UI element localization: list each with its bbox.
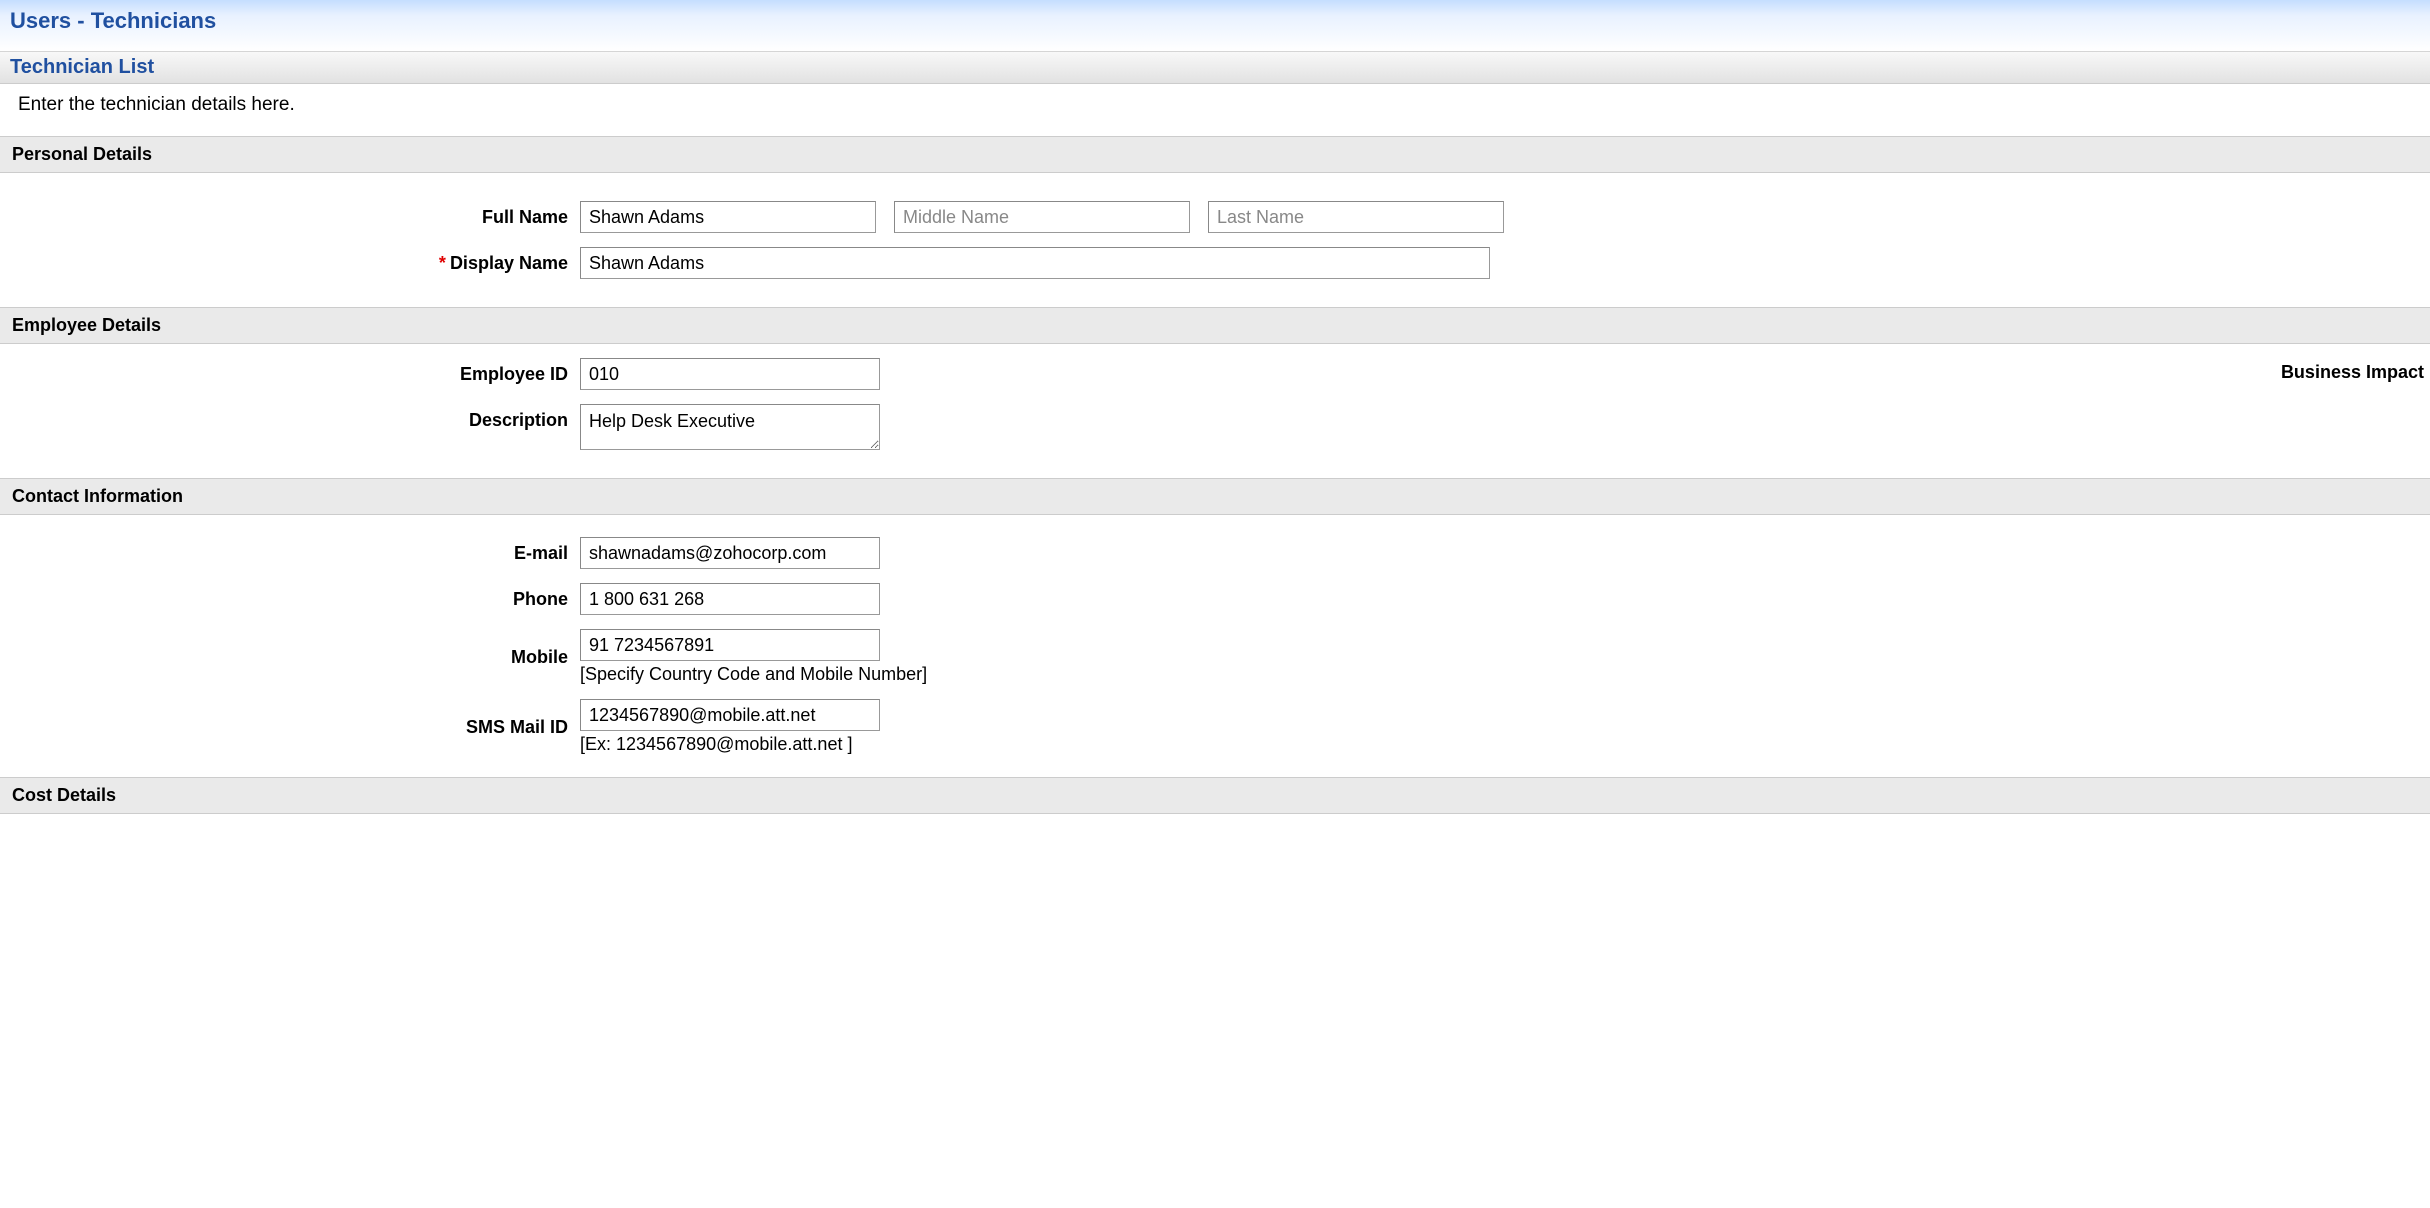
section-body-employee: Business Impact Employee ID Description bbox=[0, 344, 2430, 478]
sub-title-bar: Technician List bbox=[0, 51, 2430, 84]
email-input[interactable] bbox=[580, 537, 880, 569]
full-name-label: Full Name bbox=[0, 201, 580, 228]
phone-label: Phone bbox=[0, 583, 580, 610]
email-label: E-mail bbox=[0, 537, 580, 564]
required-asterisk-icon: * bbox=[439, 253, 446, 273]
employee-id-input[interactable] bbox=[580, 358, 880, 390]
sms-hint: [Ex: 1234567890@mobile.att.net ] bbox=[580, 731, 880, 755]
description-textarea[interactable] bbox=[580, 404, 880, 450]
last-name-input[interactable] bbox=[1208, 201, 1504, 233]
mobile-hint: [Specify Country Code and Mobile Number] bbox=[580, 661, 927, 685]
page-title: Users - Technicians bbox=[0, 0, 2430, 46]
employee-id-label: Employee ID bbox=[0, 358, 580, 385]
sms-label: SMS Mail ID bbox=[0, 699, 580, 738]
section-body-contact: E-mail Phone Mobile [Specify Country Cod… bbox=[0, 515, 2430, 777]
section-header-personal: Personal Details bbox=[0, 136, 2430, 173]
display-name-label: *Display Name bbox=[0, 247, 580, 274]
section-header-employee: Employee Details bbox=[0, 307, 2430, 344]
section-header-contact: Contact Information bbox=[0, 478, 2430, 515]
section-header-cost: Cost Details bbox=[0, 777, 2430, 814]
section-body-personal: Full Name *Display Name bbox=[0, 173, 2430, 307]
mobile-input[interactable] bbox=[580, 629, 880, 661]
middle-name-input[interactable] bbox=[894, 201, 1190, 233]
display-name-input[interactable] bbox=[580, 247, 1490, 279]
first-name-input[interactable] bbox=[580, 201, 876, 233]
sub-title: Technician List bbox=[10, 56, 2420, 79]
phone-input[interactable] bbox=[580, 583, 880, 615]
description-label: Description bbox=[0, 404, 580, 431]
instruction-text: Enter the technician details here. bbox=[0, 84, 2430, 136]
mobile-label: Mobile bbox=[0, 629, 580, 668]
business-impact-label: Business Impact bbox=[2281, 362, 2424, 383]
sms-input[interactable] bbox=[580, 699, 880, 731]
